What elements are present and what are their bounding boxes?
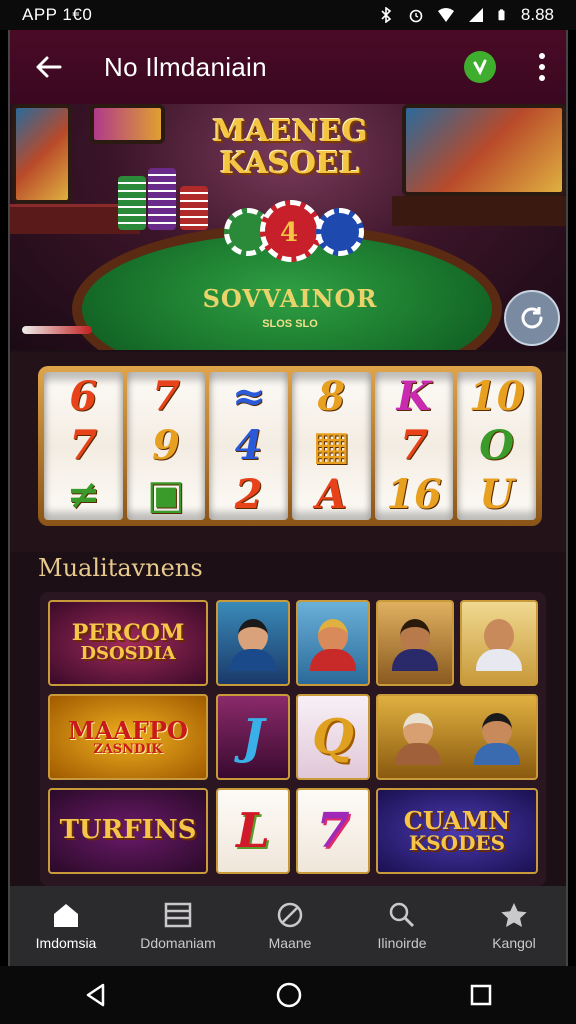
- battery-icon: [498, 9, 505, 21]
- table-subtitle: SLOS SLO: [262, 318, 318, 330]
- reel-symbol: 7: [69, 421, 98, 469]
- game-tile-card-j[interactable]: J: [216, 694, 290, 780]
- slot-machine-top: [90, 104, 165, 144]
- clock: 8.88: [520, 5, 554, 24]
- game-tile-avatar-hat[interactable]: [296, 600, 370, 686]
- reel-6: 10 O U: [457, 372, 537, 520]
- reel-symbol: ▣: [147, 471, 185, 519]
- reel-symbol: 7: [400, 421, 428, 469]
- section-title: Mualitavnens: [38, 554, 203, 582]
- status-text: APP 1€0: [22, 5, 93, 24]
- reel-symbol: 10: [468, 372, 525, 420]
- game-tile-explorers[interactable]: [376, 694, 538, 780]
- chip-stack-green: [118, 176, 146, 230]
- more-vertical-icon[interactable]: [532, 53, 552, 81]
- reel-1: 6 7 ≠: [44, 372, 123, 520]
- reel-symbol: 9: [152, 421, 180, 469]
- game-tile-mafpo[interactable]: MAAFPO ZASNDIK: [48, 694, 208, 780]
- reel-3: ≈4 2: [209, 372, 289, 520]
- verified-check-icon: [473, 59, 487, 76]
- arrow-left-icon: [36, 56, 62, 78]
- search-icon: [389, 902, 415, 928]
- game-tile-avatar-man[interactable]: [376, 600, 454, 686]
- reel-5: K 7 16: [374, 372, 454, 520]
- game-grid: PERCOM DSOSDIA MAAFPO ZASNDIK J Q TURFIN…: [40, 592, 546, 886]
- reel-symbol: U: [479, 471, 515, 519]
- game-tile-percom[interactable]: PERCOM DSOSDIA: [48, 600, 208, 686]
- game-tile-card-q[interactable]: Q: [296, 694, 370, 780]
- no-entry-icon: [277, 902, 303, 928]
- nav-item-search[interactable]: Ilinoirde: [352, 901, 452, 951]
- chip-blue: [316, 208, 364, 256]
- nav-item-list[interactable]: Ddomaniam: [128, 901, 228, 951]
- app-frame: No Ilmdaniain MAENEG KASOEL 4 SOVVAINOR …: [8, 30, 568, 966]
- star-icon: [501, 903, 527, 927]
- chip-emblem-icon: 4: [280, 218, 299, 248]
- reel-symbol: ≈: [231, 372, 266, 420]
- game-tile-cuamn[interactable]: CUAMN KSODES: [376, 788, 538, 874]
- reel-symbol: 7: [152, 372, 180, 420]
- explorer-avatar-icon: [394, 711, 441, 765]
- game-tile-card-l[interactable]: L: [216, 788, 290, 874]
- reel-2: 7 9 ▣: [126, 372, 206, 520]
- machine-base-right: [392, 196, 566, 226]
- nav-item-home[interactable]: Imdomsia: [16, 901, 116, 951]
- man-hat-avatar-icon: [310, 617, 356, 671]
- chip-stack-purple: [148, 168, 176, 230]
- reel-symbol: 8: [317, 372, 346, 420]
- reel-symbol: A: [315, 471, 347, 519]
- slot-machine-right: [402, 104, 566, 196]
- bluetooth-icon: [381, 7, 392, 23]
- hero-title: MAENEG KASOEL: [212, 114, 368, 181]
- table-title: SOVVAINOR: [202, 284, 378, 313]
- reel-symbol: K: [396, 372, 432, 420]
- woman-avatar-icon: [230, 617, 276, 671]
- slot-machine-left: [12, 104, 72, 204]
- home-circle-icon[interactable]: [275, 981, 303, 1009]
- list-icon: [164, 902, 192, 928]
- bottom-navigation: Imdomsia Ddomaniam Maane Ilinoirde Kango…: [10, 886, 566, 966]
- verified-button[interactable]: [464, 51, 496, 83]
- refresh-button[interactable]: [504, 290, 560, 346]
- game-tile-turfins[interactable]: TURFINS: [48, 788, 208, 874]
- hero-banner[interactable]: MAENEG KASOEL 4 SOVVAINOR SLOS SLO: [10, 104, 566, 350]
- reel-symbol: 2: [234, 471, 263, 519]
- game-tile-card-7[interactable]: 7: [296, 788, 370, 874]
- system-navigation: [0, 966, 576, 1024]
- nav-item-maane[interactable]: Maane: [240, 901, 340, 951]
- refresh-icon: [521, 307, 543, 329]
- slot-reels-panel: 6 7 ≠ 7 9 ▣ ≈4 2 8 ▦ A K 7 16 10 O U: [10, 352, 566, 552]
- chip-stack-red: [180, 186, 208, 230]
- woman-smile-avatar-icon: [473, 711, 520, 765]
- back-triangle-icon[interactable]: [83, 982, 109, 1008]
- reel-symbol: O: [479, 421, 515, 469]
- app-bar: No Ilmdaniain: [10, 30, 566, 104]
- reel-symbol: 4: [234, 421, 263, 469]
- reel-4: 8 ▦ A: [292, 372, 371, 520]
- game-tile-avatar-woman[interactable]: [216, 600, 290, 686]
- alarm-icon: [409, 9, 423, 23]
- back-button[interactable]: [28, 47, 68, 87]
- signal-icon: [468, 8, 483, 22]
- wifi-icon: [437, 8, 454, 22]
- reel-symbol: ▦: [312, 421, 351, 469]
- game-tile-avatar-bald[interactable]: [460, 600, 538, 686]
- recents-square-icon[interactable]: [469, 983, 493, 1007]
- lever-icon: [22, 326, 92, 334]
- reel-symbol: 6: [69, 372, 98, 420]
- reel-symbol: ≠: [66, 471, 101, 519]
- nav-item-star[interactable]: Kangol: [464, 901, 564, 951]
- reel-symbol: 16: [386, 471, 442, 519]
- bald-man-avatar-icon: [476, 617, 522, 671]
- slot-reels[interactable]: 6 7 ≠ 7 9 ▣ ≈4 2 8 ▦ A K 7 16 10 O U: [38, 366, 542, 526]
- home-icon: [54, 904, 78, 927]
- app-title: No Ilmdaniain: [104, 51, 267, 82]
- status-bar: APP 1€0 8.88: [0, 0, 576, 30]
- man-avatar-icon: [392, 617, 438, 671]
